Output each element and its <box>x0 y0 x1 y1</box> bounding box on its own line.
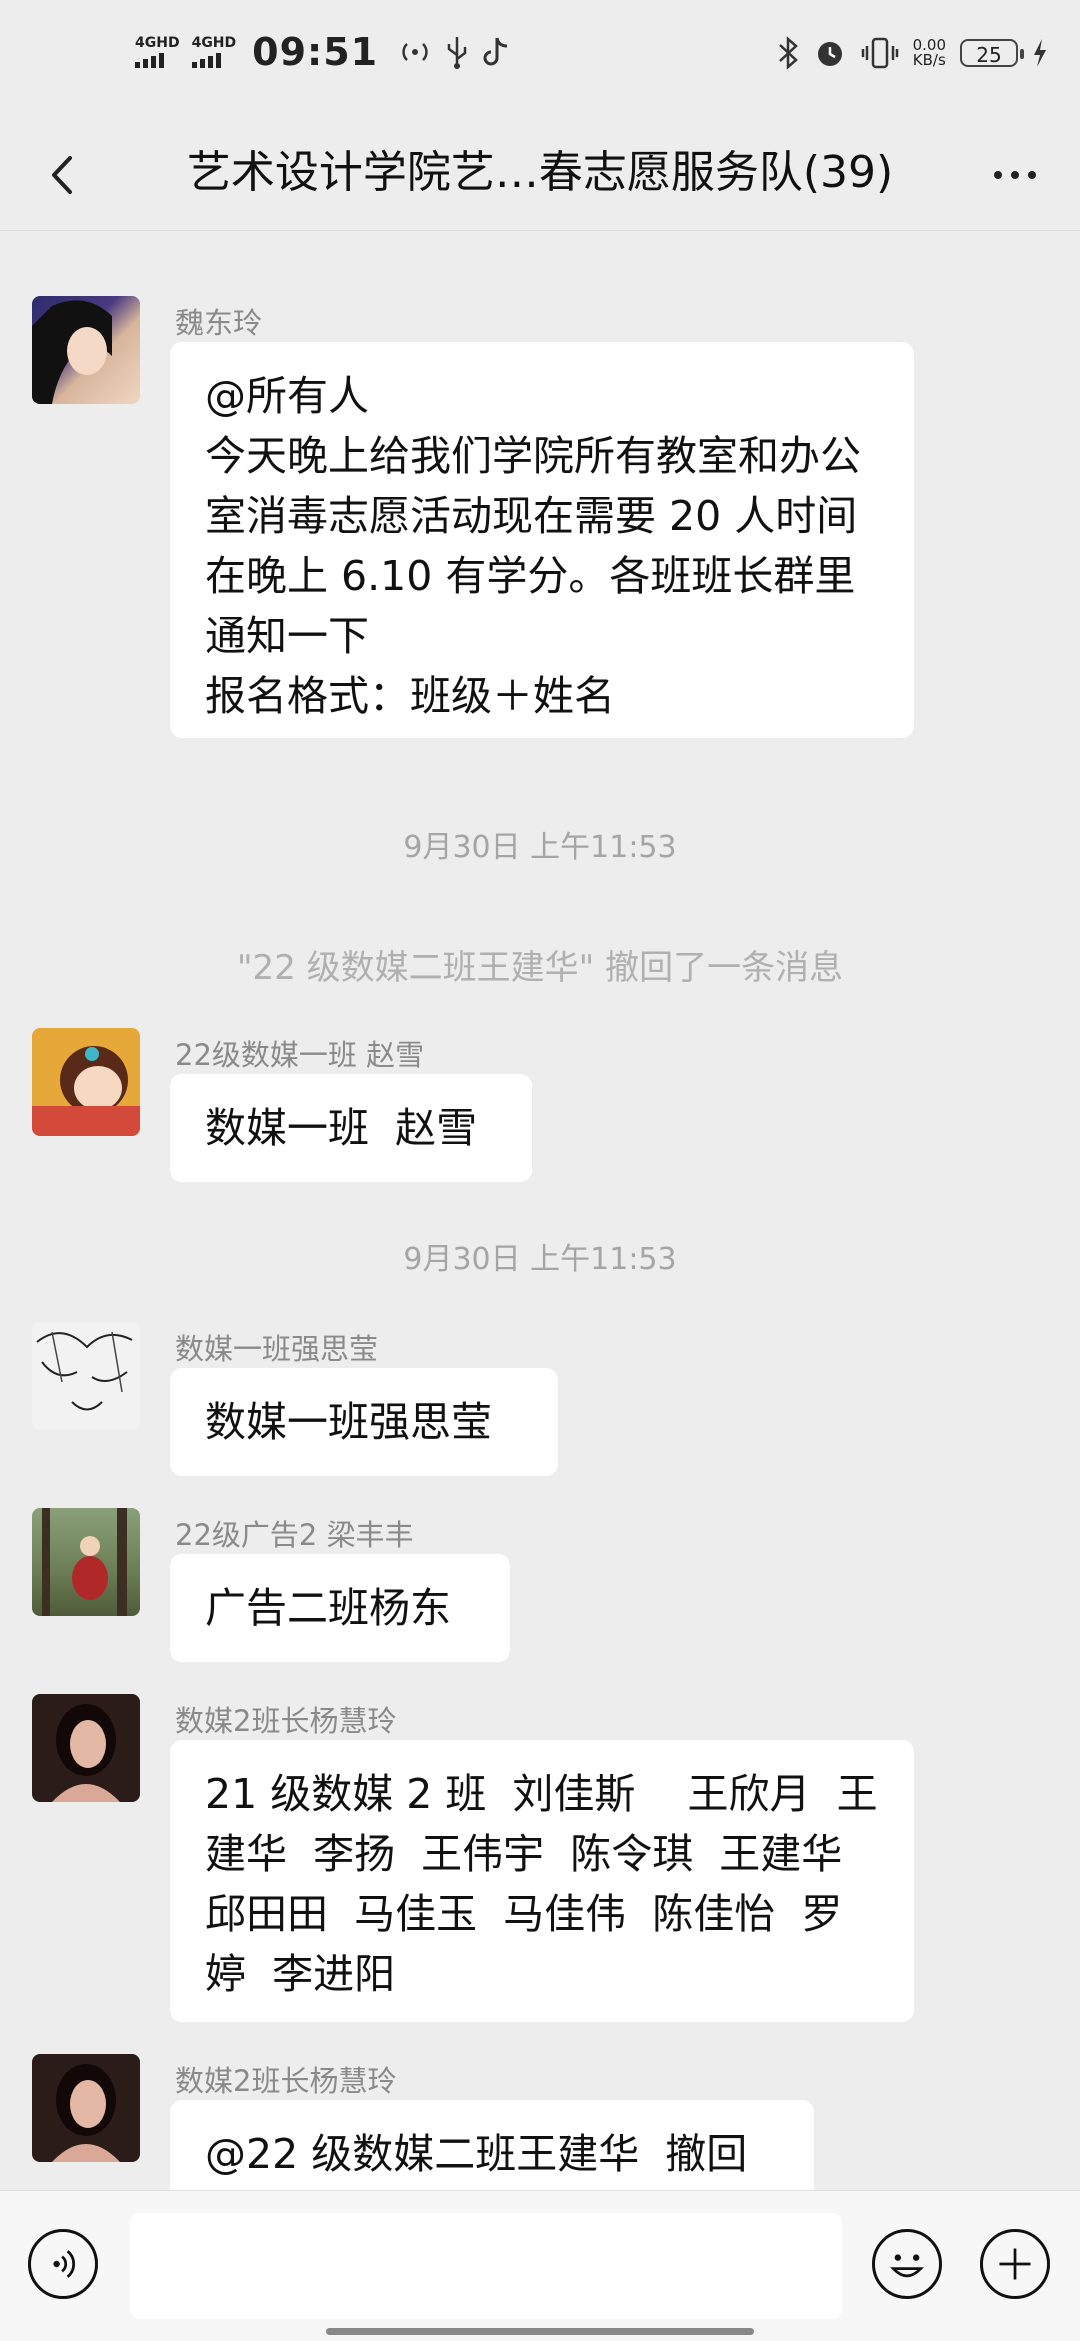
network-type-label: 4GHD <box>135 35 180 51</box>
voice-icon[interactable] <box>28 2229 98 2299</box>
signal-icon: 4GHD <box>135 36 180 68</box>
battery-indicator: 25 <box>960 39 1024 67</box>
message-bubble[interactable]: 21 级数媒 2 班 刘佳斯 王欣月 王建华 李扬 王伟宇 陈令琪 王建华 邱田… <box>170 1740 914 2022</box>
home-indicator[interactable] <box>326 2328 754 2335</box>
message-input[interactable] <box>130 2213 842 2319</box>
emoji-icon[interactable] <box>872 2229 942 2299</box>
timestamp: 9月30日 上午11:53 <box>403 830 677 865</box>
chevron-left-icon[interactable] <box>36 140 96 210</box>
avatar[interactable] <box>32 2054 140 2162</box>
sender-name: 22级广告2 梁丰丰 <box>175 1518 414 1552</box>
system-notice: "22 级数媒二班王建华" 撤回了一条消息 <box>236 948 844 988</box>
message-bubble[interactable]: 数媒一班 赵雪 <box>170 1074 532 1182</box>
clock: 09:51 <box>252 30 379 74</box>
avatar[interactable] <box>32 1028 140 1136</box>
charging-icon <box>1034 39 1046 67</box>
alarm-icon <box>817 42 842 66</box>
usb-icon <box>447 37 467 69</box>
plus-icon[interactable] <box>980 2229 1050 2299</box>
tiktok-icon <box>483 37 508 66</box>
sender-name: 数媒一班强思莹 <box>175 1332 379 1366</box>
wifi-hotspot-icon <box>402 43 428 61</box>
sender-name: 魏东玲 <box>175 306 263 340</box>
message-bubble[interactable]: 广告二班杨东 <box>170 1554 510 1662</box>
input-bar <box>0 2190 1080 2341</box>
chat-header: 艺术设计学院艺…春志愿服务队(39) <box>0 120 1080 231</box>
network-type-label: 4GHD <box>191 35 237 51</box>
avatar[interactable] <box>32 1322 140 1430</box>
sender-name: 22级数媒一班 赵雪 <box>175 1038 425 1072</box>
sender-name: 数媒2班长杨慧玲 <box>175 1704 397 1738</box>
chat-title: 艺术设计学院艺…春志愿服务队(39) <box>186 147 894 198</box>
sender-name: 数媒2班长杨慧玲 <box>175 2064 397 2098</box>
bluetooth-icon <box>778 36 798 70</box>
vibrate-icon <box>861 37 898 69</box>
message-bubble[interactable]: 数媒一班强思莹 <box>170 1368 558 1476</box>
net-speed: 0.00 KB/s <box>912 36 946 69</box>
avatar[interactable] <box>32 296 140 404</box>
timestamp: 9月30日 上午11:53 <box>403 1242 677 1277</box>
status-bar: 4GHD 4GHD 09:51 0.00 KB/s 25 <box>0 0 1080 120</box>
avatar[interactable] <box>32 1694 140 1802</box>
more-dots-icon[interactable] <box>980 142 1050 208</box>
avatar[interactable] <box>32 1508 140 1616</box>
message-bubble[interactable]: @所有人 今天晚上给我们学院所有教室和办公室消毒志愿活动现在需要 20 人时间在… <box>170 342 914 738</box>
signal-icon: 4GHD <box>191 35 237 68</box>
